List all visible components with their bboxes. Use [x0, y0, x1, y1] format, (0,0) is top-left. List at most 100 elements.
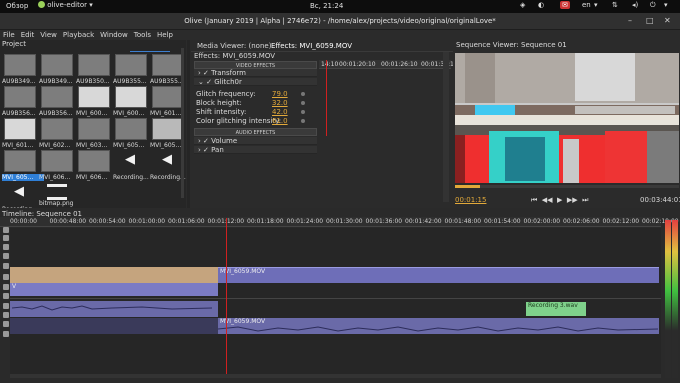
app-menu[interactable]: olive-editor ▾: [38, 1, 93, 9]
zoom-in-icon[interactable]: [3, 303, 9, 309]
timeline-playhead[interactable]: [226, 218, 227, 378]
clip-thumbnail: [115, 118, 147, 140]
maximize-icon[interactable]: □: [646, 16, 654, 25]
project-item-label: AU9B355...: [113, 78, 147, 85]
menu-playback[interactable]: Playback: [63, 31, 94, 39]
effect-transform[interactable]: › ✓ Transform: [194, 69, 317, 77]
activities-button[interactable]: Обзор: [6, 2, 28, 10]
param-value[interactable]: 32.0: [272, 99, 288, 107]
step-back-icon[interactable]: ◀◀: [542, 196, 553, 204]
sync-icon[interactable]: ◐: [538, 1, 544, 9]
volume-icon[interactable]: ◂): [632, 1, 638, 9]
power-icon[interactable]: ⏻: [650, 1, 656, 10]
ruler-label: 00:01:36:00: [365, 218, 403, 225]
hand-tool-icon[interactable]: [3, 284, 9, 290]
step-forward-icon[interactable]: ▶▶: [567, 196, 578, 204]
ripple-tool-icon[interactable]: [3, 244, 9, 250]
audio-meter-right: [672, 220, 678, 378]
ruler-label: 00:00:00: [10, 218, 37, 225]
network-icon[interactable]: ⇅: [612, 1, 618, 9]
transition-tool-icon[interactable]: [3, 293, 9, 299]
timeline-panel: Timeline: Sequence 01 00:00:00 00:00:48:0…: [0, 208, 680, 383]
param-value[interactable]: 79.0: [272, 90, 288, 98]
slide-tool-icon[interactable]: [3, 274, 9, 280]
keyframe-toggle-icon[interactable]: [301, 110, 305, 114]
menu-bar: File Edit View Playback Window Tools Help: [0, 30, 680, 40]
project-item-label: MVI_601...: [150, 110, 182, 117]
effects-scrollbar[interactable]: [443, 52, 449, 202]
language-indicator[interactable]: en: [582, 1, 591, 9]
tab-effects[interactable]: Effects: MVI_6059.MOV: [271, 42, 352, 50]
play-icon[interactable]: ▶: [557, 196, 562, 204]
timeline-scrollbar[interactable]: [10, 374, 661, 378]
viewer-scrubber[interactable]: [455, 185, 679, 188]
menu-help[interactable]: Help: [157, 31, 173, 39]
go-to-end-icon[interactable]: ⏭: [582, 196, 588, 204]
tab-media-viewer[interactable]: Media Viewer: (none): [197, 42, 271, 50]
effect-volume[interactable]: › ✓ Volume: [194, 137, 317, 145]
keyframe-ruler[interactable]: 14:10 00:01:20:10 00:01:26:10 00:01:32:1: [319, 60, 454, 69]
param-value[interactable]: 61.0: [272, 117, 288, 125]
pointer-tool-icon[interactable]: [3, 227, 9, 233]
effect-glitch0r[interactable]: ⌄ ✓ Glitch0r: [194, 78, 317, 86]
dropbox-icon[interactable]: ◈: [520, 1, 525, 9]
video-clip-mvi6059[interactable]: MVI_6059.MOV: [218, 267, 659, 283]
ruler-label: 00:01:18:00: [247, 218, 284, 225]
effects-playhead[interactable]: [326, 60, 327, 136]
speaker-icon: ◀: [125, 152, 135, 167]
effect-name: Transform: [211, 69, 246, 77]
olive-app-icon: [38, 1, 45, 8]
speaker-icon: ◀: [14, 184, 24, 199]
menu-edit[interactable]: Edit: [21, 31, 35, 39]
add-track-icon[interactable]: [3, 331, 9, 337]
keyframe-toggle-icon[interactable]: [301, 119, 305, 123]
audio-clip-empty[interactable]: [10, 318, 218, 334]
audio-effects-header[interactable]: AUDIO EFFECTS: [194, 128, 317, 136]
current-timecode[interactable]: 00:01:15: [455, 196, 486, 204]
audio-clip-mvi6059[interactable]: MVI_6059.MOV: [218, 318, 659, 334]
project-item-label: AU9B350...: [76, 78, 110, 85]
param-value[interactable]: 42.0: [272, 108, 288, 116]
ruler-label: 00:01:42:00: [405, 218, 442, 225]
video-effects-header[interactable]: VIDEO EFFECTS: [194, 61, 317, 69]
minimize-icon[interactable]: –: [628, 16, 632, 25]
go-to-start-icon[interactable]: ⏮: [531, 196, 537, 204]
keyframe-toggle-icon[interactable]: [301, 101, 305, 105]
slip-tool-icon[interactable]: [3, 253, 9, 259]
system-top-bar: Обзор olive-editor ▾ Вс, 21:24 ◈ ◐ ✉ en …: [0, 0, 680, 13]
effect-pan[interactable]: › ✓ Pan: [194, 146, 317, 154]
edit-tool-icon[interactable]: [3, 235, 9, 241]
clip-label: V: [12, 283, 17, 290]
video-preview[interactable]: [455, 53, 679, 183]
panel-divider[interactable]: [187, 40, 190, 208]
video-clip-v[interactable]: V: [10, 283, 218, 296]
keyframe-toggle-icon[interactable]: [301, 92, 305, 96]
project-item-label: MVI_605...: [113, 142, 145, 149]
project-item-label: bitmap.png: [39, 200, 74, 207]
menu-tools[interactable]: Tools: [134, 31, 151, 39]
project-item-label: Recording...: [113, 174, 149, 181]
effects-subtitle: Effects: MVI_6059.MOV: [194, 52, 276, 60]
timeline-ruler[interactable]: 00:00:00 00:00:48:00 00:00:54:00 00:01:00:0…: [0, 217, 679, 227]
param-name: Block height:: [196, 99, 242, 107]
audio-clip-left[interactable]: [10, 301, 218, 317]
clip-thumbnail: [152, 86, 184, 108]
playback-controls: ⏮ ◀◀ ▶ ▶▶ ⏭: [531, 196, 588, 205]
project-resize-handle[interactable]: [130, 51, 170, 52]
ruler-label: 00:00:54:00: [89, 218, 126, 225]
mail-icon[interactable]: ✉: [560, 1, 570, 9]
project-item-label: AU9B349...: [2, 78, 36, 85]
video-clip-tan[interactable]: [10, 267, 218, 283]
menu-file[interactable]: File: [3, 31, 15, 39]
project-scrollbar[interactable]: [181, 48, 184, 198]
menu-view[interactable]: View: [40, 31, 57, 39]
record-icon[interactable]: [3, 321, 9, 327]
project-item-label: MVI_600...: [113, 110, 145, 117]
close-icon[interactable]: ✕: [664, 16, 671, 25]
menu-window[interactable]: Window: [100, 31, 128, 39]
zoom-out-icon[interactable]: [3, 312, 9, 318]
razor-tool-icon[interactable]: [3, 263, 9, 269]
param-name: Color glitching intensity:: [196, 117, 282, 125]
clock[interactable]: Вс, 21:24: [310, 2, 343, 10]
audio-clip-recording3[interactable]: Recording 3.wav: [526, 302, 586, 316]
